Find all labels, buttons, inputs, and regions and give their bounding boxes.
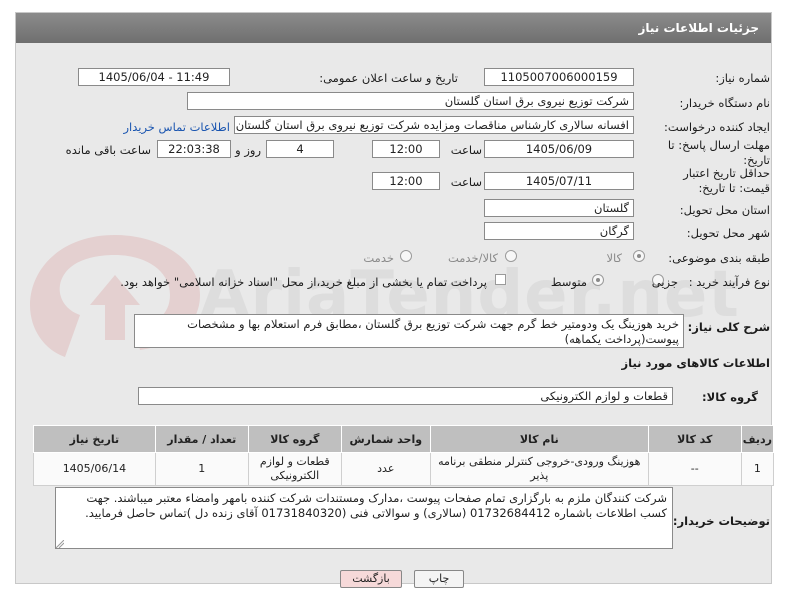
buyer-org-label: نام دستگاه خریدار:	[679, 96, 770, 110]
table-row: 1 -- هوزینگ ورودی-خروجی کنترلر منطقی برن…	[33, 452, 775, 486]
goods-group-label: گروه کالا:	[702, 390, 758, 404]
process-label: نوع فرآیند خرید :	[688, 275, 770, 289]
reply-time-field: 12:00	[372, 140, 440, 158]
cell-unit: عدد	[340, 452, 431, 486]
category-option-service: خدمت	[363, 251, 394, 265]
days-field: 4	[266, 140, 334, 158]
category-label: طبقه بندی موضوعی:	[668, 251, 770, 265]
reply-deadline-label: مهلت ارسال پاسخ: تا تاریخ:	[667, 138, 770, 167]
process-option-medium: متوسط	[550, 275, 587, 289]
col-unit: واحد شمارش	[340, 425, 431, 453]
validity-time-field: 12:00	[372, 172, 440, 190]
cell-group: قطعات و لوازم الکترونیکی	[247, 452, 342, 486]
cell-row: 1	[740, 452, 775, 486]
category-option-goods: کالا	[606, 251, 622, 265]
reply-date-field: 1405/06/09	[484, 140, 634, 158]
category-option-goods-service: کالا/خدمت	[447, 251, 498, 265]
remaining-time-field: 22:03:38	[157, 140, 231, 158]
buyer-org-field: شرکت توزیع نیروی برق استان گلستان	[187, 92, 634, 110]
summary-field: خرید هوزینگ یک ودومتیر خط گرم جهت شرکت ت…	[134, 314, 684, 348]
goods-group-field: قطعات و لوازم الکترونیکی	[138, 387, 673, 405]
summary-label: شرح کلی نیاز:	[687, 320, 770, 334]
col-qty: تعداد / مقدار	[154, 425, 249, 453]
validity-date-field: 1405/07/11	[484, 172, 634, 190]
col-name: نام کالا	[429, 425, 649, 453]
cell-date: 1405/06/14	[33, 452, 156, 486]
page-header: جزئیات اطلاعات نیاز	[16, 13, 771, 43]
resize-grip-icon[interactable]	[56, 540, 64, 548]
need-number-label: شماره نیاز:	[715, 71, 770, 85]
validity-label: حداقل تاریخ اعتبار قیمت: تا تاریخ:	[683, 166, 770, 195]
buyer-notes-label: توضیحات خریدار:	[672, 514, 770, 528]
reply-time-label: ساعت	[450, 143, 482, 157]
cell-qty: 1	[154, 452, 249, 486]
treasury-payment-note: پرداخت تمام یا بخشی از مبلغ خرید،از محل …	[120, 275, 487, 289]
col-row: ردیف	[740, 425, 775, 453]
creator-field: افسانه سالاری کارشناس مناقصات ومزایده شر…	[234, 116, 634, 134]
page-title: جزئیات اطلاعات نیاز	[638, 21, 759, 35]
col-code: کد کالا	[647, 425, 742, 453]
province-label: استان محل تحویل:	[679, 203, 770, 217]
goods-table-header: ردیف کد کالا نام کالا واحد شمارش گروه کا…	[33, 425, 775, 453]
cell-code: --	[647, 452, 742, 486]
print-button[interactable]: چاپ	[414, 570, 464, 588]
process-radio-medium[interactable]	[592, 274, 604, 286]
process-option-minor: جزیی	[651, 275, 678, 289]
contact-info-link[interactable]: اطلاعات تماس خریدار	[123, 120, 230, 134]
creator-label: ایجاد کننده درخواست:	[664, 120, 770, 134]
province-field: گلستان	[484, 199, 634, 217]
need-number-field: 1105007006000159	[484, 68, 634, 86]
city-field: گرگان	[484, 222, 634, 240]
category-radio-goods-service[interactable]	[505, 250, 517, 262]
announce-label: تاریخ و ساعت اعلان عمومی:	[319, 71, 458, 85]
back-button[interactable]: بازگشت	[340, 570, 402, 588]
buyer-notes-field: شرکت کنندگان ملزم به بارگزاری تمام صفحات…	[55, 487, 673, 549]
announce-field: 1405/06/04 - 11:49	[78, 68, 230, 86]
col-date: تاریخ نیاز	[33, 425, 156, 453]
goods-section-title: اطلاعات کالاهای مورد نیاز	[621, 356, 770, 370]
validity-time-label: ساعت	[450, 175, 482, 189]
category-radio-service[interactable]	[400, 250, 412, 262]
treasury-payment-checkbox[interactable]	[495, 274, 506, 285]
col-group: گروه کالا	[247, 425, 342, 453]
days-label: روز و	[235, 143, 261, 157]
category-radio-goods[interactable]	[633, 250, 645, 262]
city-label: شهر محل تحویل:	[686, 226, 770, 240]
goods-table: ردیف کد کالا نام کالا واحد شمارش گروه کا…	[33, 425, 775, 486]
remaining-label: ساعت باقی مانده	[65, 143, 151, 157]
cell-name: هوزینگ ورودی-خروجی کنترلر منطقی برنامه پ…	[429, 452, 649, 486]
